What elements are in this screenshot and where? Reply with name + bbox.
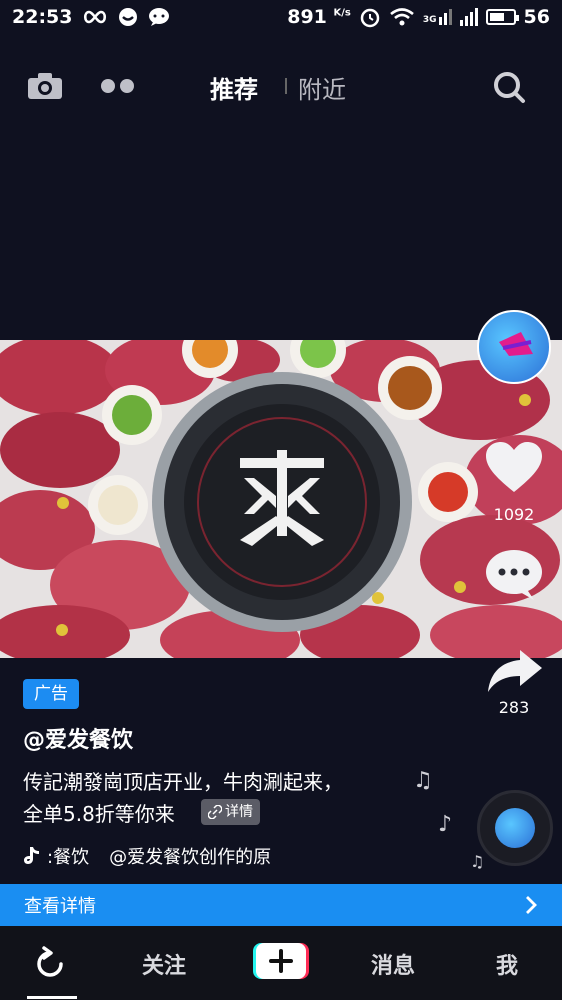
battery-level: 56 bbox=[523, 6, 550, 28]
network-speed: 891 K/s bbox=[287, 6, 351, 28]
chevron-right-icon bbox=[526, 896, 537, 914]
link-icon bbox=[208, 805, 222, 819]
refresh-icon[interactable] bbox=[32, 946, 68, 982]
advertiser-avatar[interactable] bbox=[477, 310, 551, 384]
comment-icon[interactable] bbox=[484, 548, 544, 602]
tab-divider bbox=[285, 78, 287, 94]
ad-badge: 广告 bbox=[23, 679, 79, 709]
like-count: 1092 bbox=[493, 505, 535, 524]
top-nav: 推荐 附近 bbox=[0, 58, 562, 114]
nav-messages[interactable]: 消息 bbox=[371, 948, 415, 980]
music-disc-cover bbox=[495, 808, 535, 848]
status-bar: 22:53 891 K/s 3G 56 bbox=[0, 0, 562, 34]
share-count: 283 bbox=[498, 698, 530, 717]
detail-chip-label: 详情 bbox=[225, 804, 253, 820]
infinity-icon bbox=[84, 10, 107, 24]
app-notify-icon bbox=[119, 8, 138, 26]
signal-3g-icon: 3G bbox=[423, 9, 452, 25]
home-active-indicator bbox=[27, 996, 77, 999]
view-details-bar[interactable]: 查看详情 bbox=[0, 884, 562, 926]
battery-icon bbox=[485, 9, 519, 25]
network-speed-unit: K/s bbox=[333, 7, 351, 19]
music-title: @爱发餐饮创作的原 bbox=[109, 847, 272, 868]
megaphone-icon bbox=[499, 332, 533, 356]
chat-notify-icon bbox=[149, 8, 170, 26]
create-plus-icon[interactable] bbox=[253, 941, 309, 981]
music-note-icon: ♫ bbox=[413, 768, 433, 793]
bottom-nav: 关注 消息 我 bbox=[0, 926, 562, 1000]
live-dots-icon[interactable] bbox=[100, 78, 136, 94]
tab-recommend[interactable]: 推荐 bbox=[210, 70, 258, 105]
video-player[interactable] bbox=[0, 340, 562, 658]
heart-icon[interactable] bbox=[484, 440, 544, 496]
music-note-icon: ♪ bbox=[438, 812, 453, 837]
nav-me[interactable]: 我 bbox=[496, 948, 518, 980]
ad-description-line2: 全单5.8折等你来 bbox=[23, 802, 175, 826]
camera-icon[interactable] bbox=[27, 72, 63, 100]
detail-link-chip[interactable]: 详情 bbox=[201, 799, 260, 825]
alarm-icon bbox=[360, 8, 380, 28]
view-details-label: 查看详情 bbox=[24, 896, 96, 917]
video-frame-image bbox=[0, 340, 562, 658]
ad-description-line1: 传記潮發崗顶店开业，牛肉涮起来， bbox=[23, 770, 343, 794]
account-name[interactable]: @爱发餐饮 bbox=[23, 722, 133, 754]
share-icon[interactable] bbox=[486, 648, 544, 694]
music-note-icon: ♫ bbox=[470, 852, 485, 871]
status-time: 22:53 bbox=[12, 6, 73, 28]
music-disc[interactable] bbox=[477, 790, 553, 866]
music-prefix: :餐饮 bbox=[47, 847, 90, 868]
tab-nearby[interactable]: 附近 bbox=[298, 70, 346, 105]
tiktok-note-icon bbox=[24, 847, 39, 864]
search-icon[interactable] bbox=[492, 70, 526, 104]
wifi-icon bbox=[390, 8, 414, 26]
nav-follow[interactable]: 关注 bbox=[142, 948, 186, 980]
signal-bars-icon bbox=[459, 8, 478, 26]
music-info[interactable]: :餐饮 @爱发餐饮创作的原 bbox=[23, 843, 271, 869]
